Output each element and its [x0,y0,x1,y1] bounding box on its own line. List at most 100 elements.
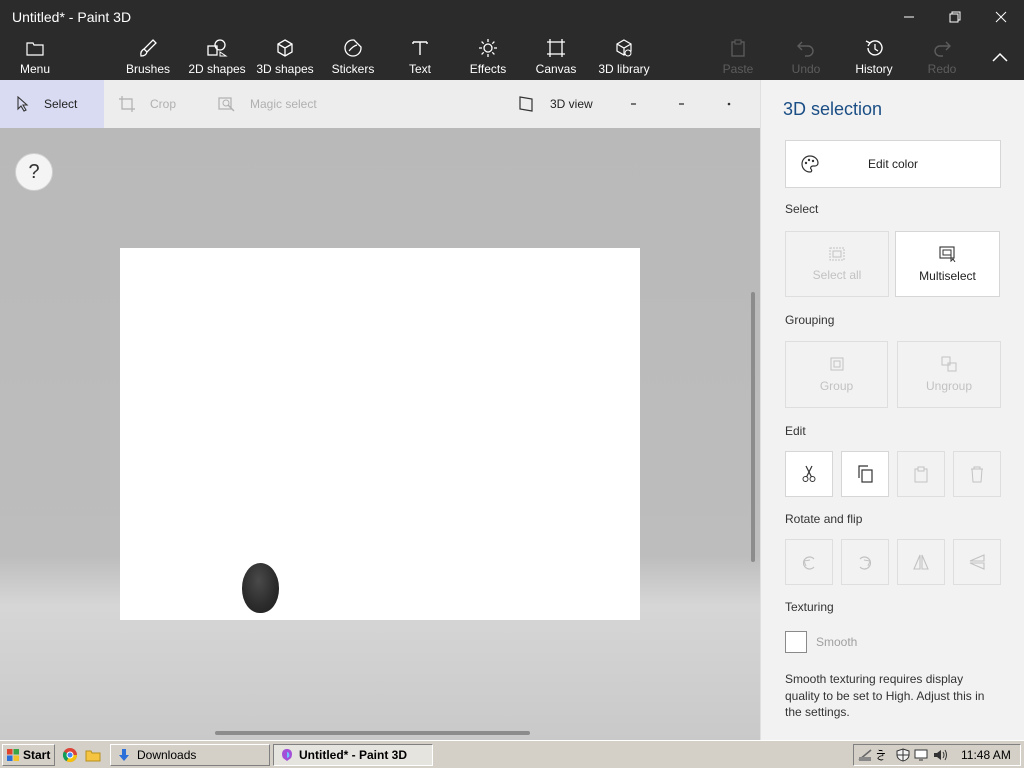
rotate-left-icon [803,556,815,570]
3d-selection-panel: 3D selection Edit color Select Select al… [760,80,1024,740]
trash-icon [971,466,983,483]
tool-label: Brushes [125,62,171,76]
collapse-ribbon-button[interactable] [982,34,1018,80]
minimize-icon [904,16,914,18]
keyboard-language-icon: ਟੋ [876,749,885,762]
minus-icon [631,103,636,105]
monitor-icon [914,749,928,761]
minimize-button[interactable] [886,0,932,34]
scissors-icon [802,465,816,482]
downloads-label: Downloads [137,748,197,762]
select-label: Select [44,97,78,111]
tool-text[interactable]: Text [396,34,444,80]
copy-icon [858,465,873,483]
plus-icon [679,103,684,105]
cursor-icon [17,96,29,112]
window-title: Untitled* - Paint 3D [12,9,132,25]
cut-button[interactable] [785,451,833,497]
crop-button[interactable]: Crop [118,80,176,128]
multiselect-label: Multiselect [919,268,976,283]
tool-label: Text [408,62,431,76]
select-tool-button[interactable]: Select [0,80,104,128]
start-button[interactable]: Start [2,744,55,766]
copy-button[interactable] [841,451,889,497]
system-tray: ਟੋ 11:48 AM [853,744,1021,766]
flip-horizontal-icon [913,554,929,570]
delete-button[interactable] [953,451,1001,497]
help-button[interactable]: ? [15,153,53,191]
rotate-right-button[interactable] [841,539,889,585]
edit-color-label: Edit color [867,157,919,171]
rotate-right-icon [859,556,871,570]
history-icon [865,40,883,56]
file-explorer-icon[interactable] [85,747,101,768]
clock: 11:48 AM [961,748,1011,762]
rotate-section-label: Rotate and flip [785,512,863,526]
3d-view-button[interactable]: 3D view [518,80,593,128]
taskbar-downloads[interactable]: Downloads [110,744,270,766]
tool-label: Stickers [331,62,375,76]
paste-icon [914,466,928,483]
folder-icon [26,42,44,56]
magic-select-label: Magic select [250,97,317,111]
3d-egg-object[interactable] [242,563,279,613]
undo-button[interactable]: Undo [786,34,826,80]
flip-horizontal-button[interactable] [897,539,945,585]
menu-button[interactable]: Menu [14,34,56,80]
vertical-scrollbar[interactable] [751,292,755,562]
group-button[interactable]: Group [785,341,888,408]
more-options-button[interactable] [726,80,748,128]
select-all-label: Select all [812,267,862,282]
magic-select-button[interactable]: Magic select [218,80,317,128]
rotate-left-button[interactable] [785,539,833,585]
close-icon [995,11,1007,23]
smooth-checkbox[interactable] [785,631,807,653]
zoom-out-button[interactable] [630,80,650,128]
tool-stickers[interactable]: Stickers [327,34,379,80]
library-icon [616,39,632,57]
horizontal-scrollbar[interactable] [215,731,530,735]
paste-icon [731,39,745,57]
tool-canvas[interactable]: Canvas [532,34,580,80]
select-section-label: Select [785,202,819,216]
brush-icon [140,39,157,57]
tool-label: 3D library [598,62,650,76]
smooth-texturing-note: Smooth texturing requires display qualit… [785,672,985,719]
tool-3d-shapes[interactable]: 3D shapes [253,34,317,80]
start-label: Start [23,748,51,762]
chrome-icon[interactable] [62,747,78,768]
history-button[interactable]: History [850,34,898,80]
tool-brushes[interactable]: Brushes [122,34,174,80]
flip-vertical-button[interactable] [953,539,1001,585]
chevron-up-icon [992,52,1008,62]
paste-button[interactable]: Paste [716,34,760,80]
restore-button[interactable] [932,0,978,34]
edit-color-button[interactable]: Edit color [785,140,1001,188]
ungroup-button[interactable]: Ungroup [897,341,1001,408]
3d-view-icon [519,96,533,112]
drawing-canvas[interactable] [120,248,640,620]
zoom-in-button[interactable] [678,80,698,128]
edit-section-label: Edit [785,424,806,438]
tool-2d-shapes[interactable]: 2D shapes [184,34,250,80]
group-icon [830,357,843,371]
workspace: ? [0,128,760,740]
multiselect-button[interactable]: Multiselect [895,231,1000,297]
panel-title: 3D selection [783,99,883,119]
sticker-icon [344,39,362,57]
tool-label: Canvas [535,62,577,76]
menu-label: Menu [19,62,51,76]
close-button[interactable] [978,0,1024,34]
redo-icon [934,41,951,57]
text-icon [412,41,428,55]
tool-effects[interactable]: Effects [464,34,512,80]
multiselect-icon [938,245,955,262]
restore-icon [949,11,961,23]
cube-icon [277,39,293,57]
paste-panel-button[interactable] [897,451,945,497]
select-all-button[interactable]: Select all [785,231,889,297]
tool-3d-library[interactable]: 3D library [596,34,652,80]
taskbar-paint3d[interactable]: Untitled* - Paint 3D [273,744,433,766]
redo-button[interactable]: Redo [922,34,962,80]
3d-view-label: 3D view [550,97,593,111]
